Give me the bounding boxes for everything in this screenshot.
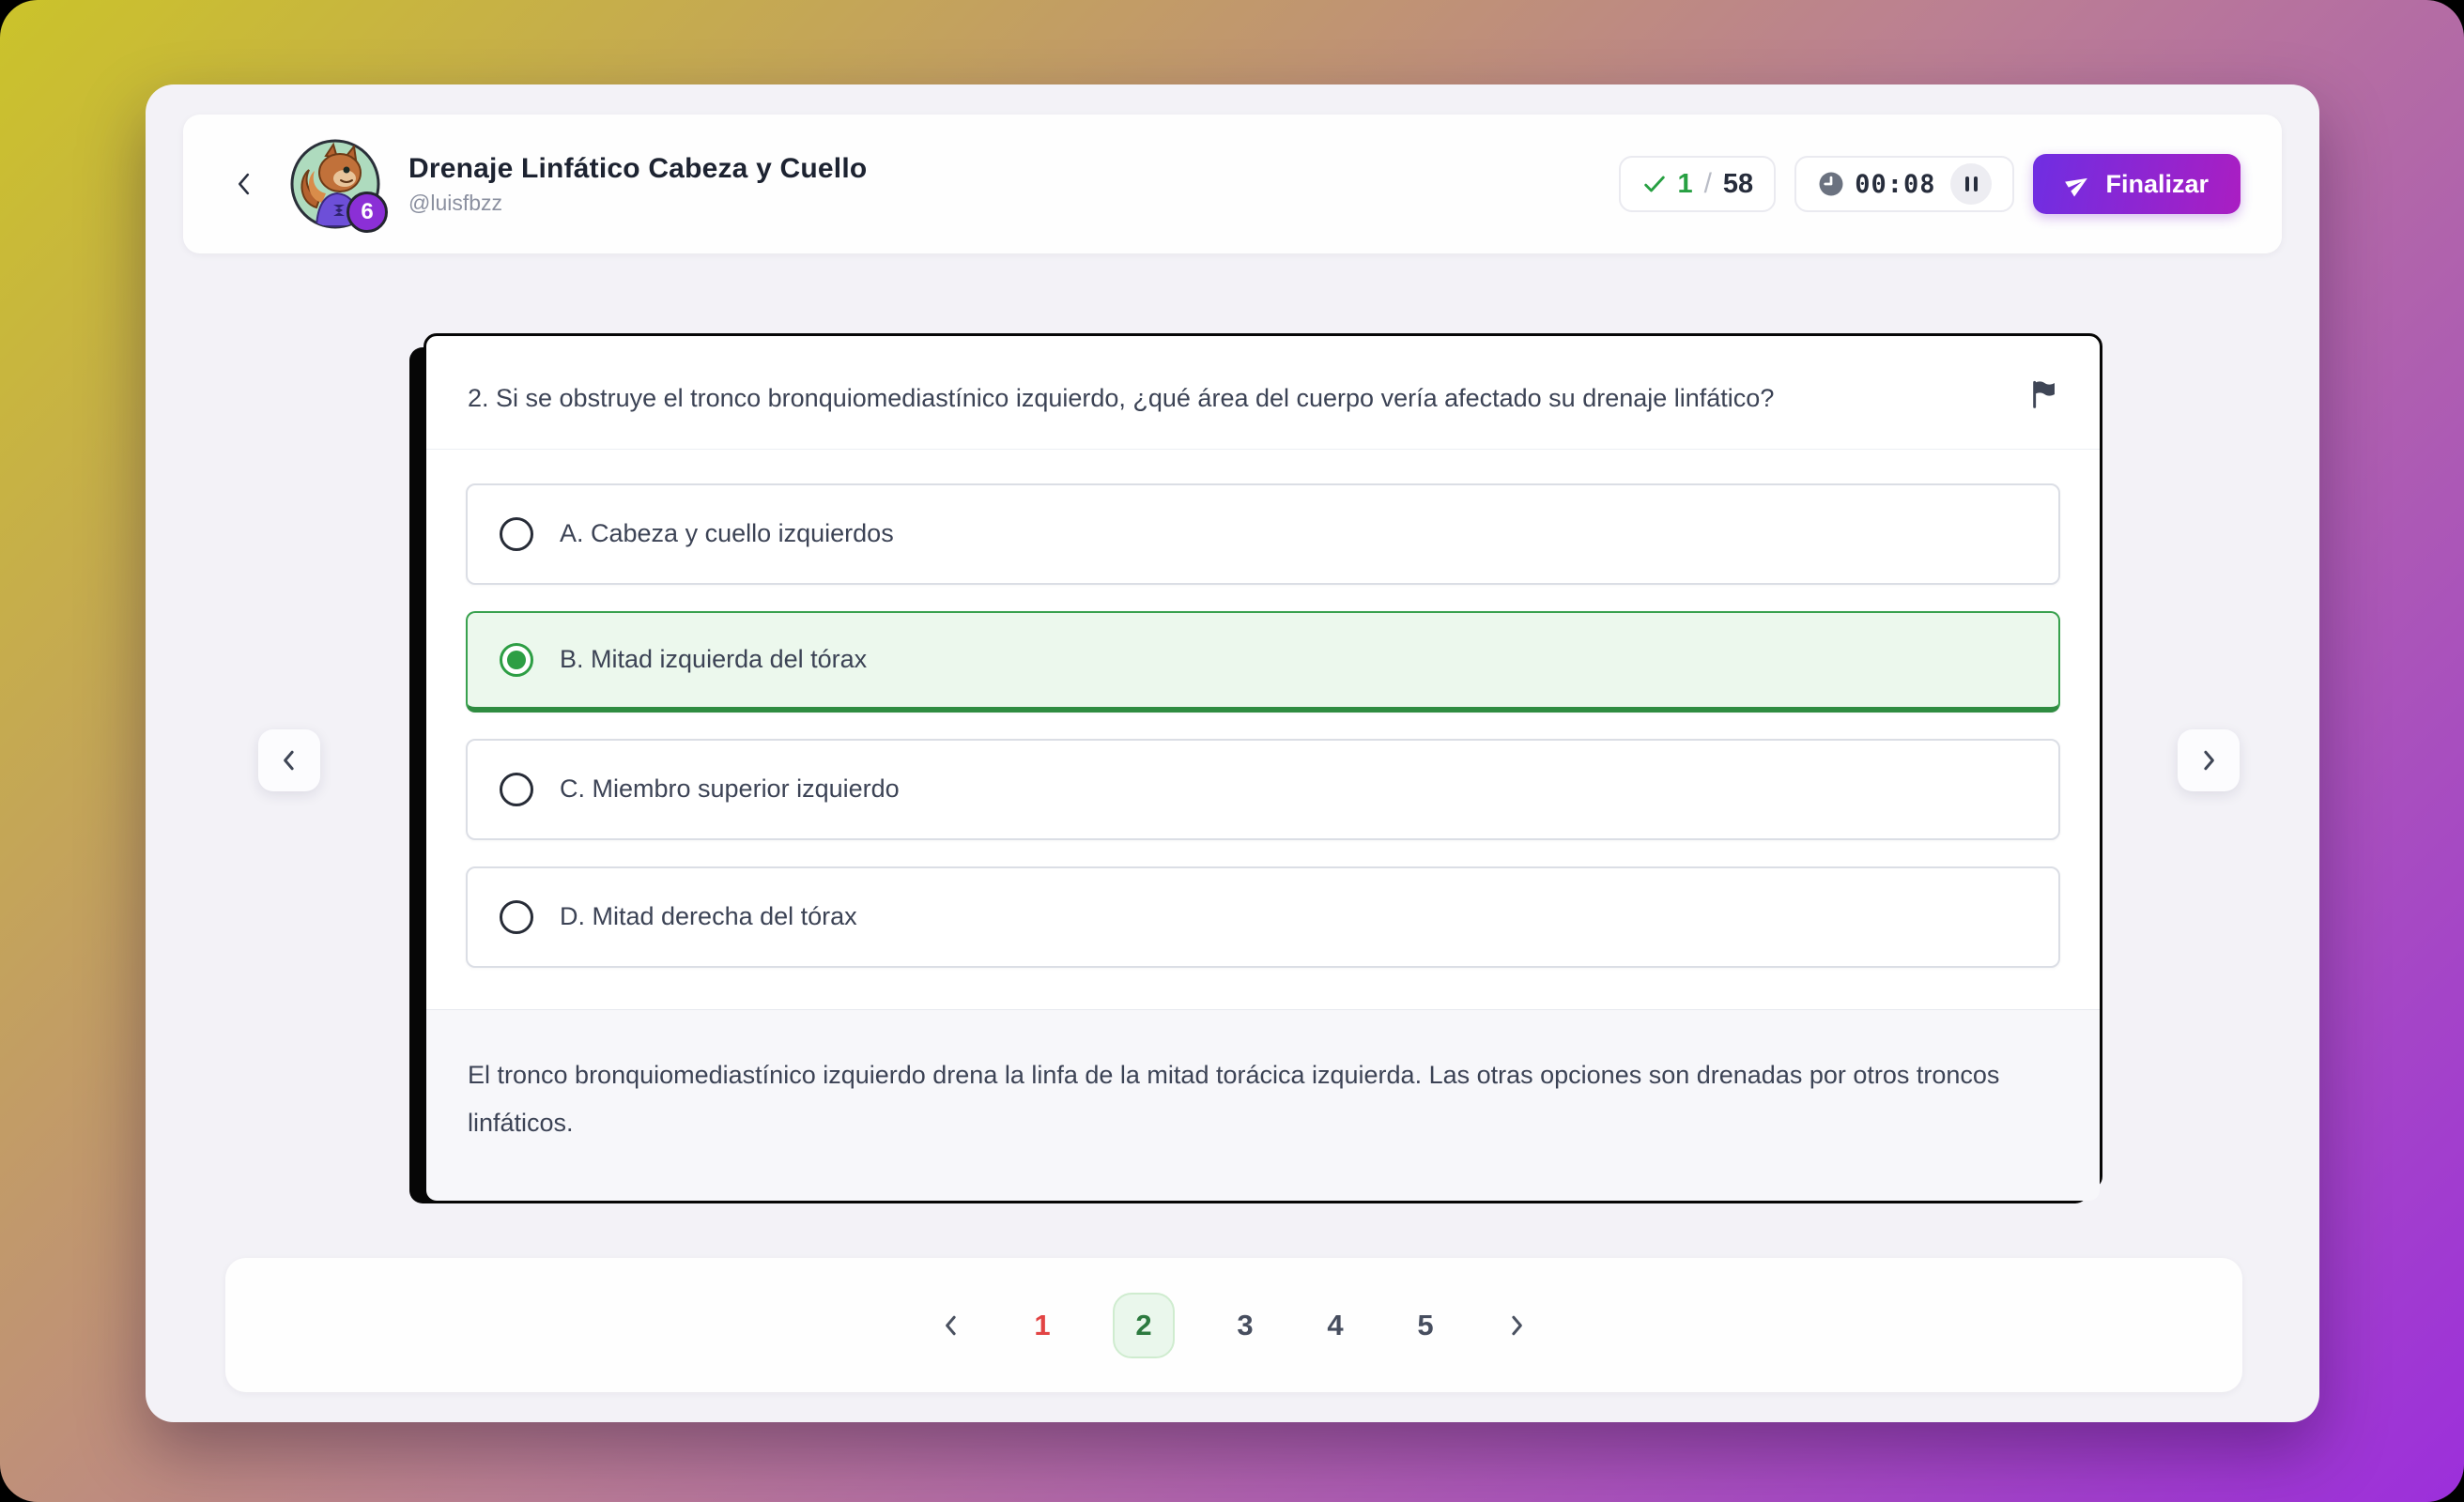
answer-option-a[interactable]: A. Cabeza y cuello izquierdos — [466, 483, 2060, 585]
flag-button[interactable] — [2028, 379, 2058, 414]
header-titles: Drenaje Linfático Cabeza y Cuello @luisf… — [408, 153, 867, 216]
page-button-4[interactable]: 4 — [1316, 1304, 1355, 1347]
score-total: 58 — [1723, 169, 1753, 200]
avatar[interactable]: 6 — [288, 137, 382, 231]
send-icon — [2065, 171, 2091, 197]
pause-button[interactable] — [1950, 163, 1992, 205]
timer-badge: 00:08 — [1794, 156, 2014, 212]
answer-options: A. Cabeza y cuello izquierdos B. Mitad i… — [426, 450, 2100, 1009]
quiz-app-window: 6 Drenaje Linfático Cabeza y Cuello @lui… — [146, 84, 2319, 1422]
option-label: B. Mitad izquierda del tórax — [560, 645, 867, 674]
option-label: C. Miembro superior izquierdo — [560, 774, 900, 804]
pause-icon — [1965, 176, 1969, 192]
check-icon — [1641, 171, 1668, 197]
score-current: 1 — [1677, 169, 1692, 200]
header: 6 Drenaje Linfático Cabeza y Cuello @lui… — [183, 115, 2282, 253]
page-button-3[interactable]: 3 — [1225, 1304, 1265, 1347]
chevron-left-icon — [937, 1311, 965, 1340]
radio-icon — [500, 517, 533, 551]
chevron-left-icon — [275, 746, 303, 774]
chevron-left-icon — [229, 168, 261, 200]
answer-option-b[interactable]: B. Mitad izquierda del tórax — [466, 611, 2060, 713]
author-username: @luisfbzz — [408, 191, 867, 216]
page-button-2[interactable]: 2 — [1113, 1293, 1175, 1358]
score-badge: 1 / 58 — [1619, 156, 1776, 212]
clock-icon — [1817, 170, 1845, 198]
explanation-panel: El tronco bronquiomediastínico izquierdo… — [426, 1009, 2100, 1201]
radio-icon — [500, 900, 533, 934]
pagination-next-button[interactable] — [1496, 1305, 1537, 1346]
page-button-1[interactable]: 1 — [1023, 1304, 1062, 1347]
score-separator: / — [1702, 168, 1714, 200]
prev-question-button[interactable] — [258, 729, 320, 791]
explanation-text: El tronco bronquiomediastínico izquierdo… — [468, 1051, 2058, 1148]
pagination-prev-button[interactable] — [931, 1305, 972, 1346]
back-button[interactable] — [224, 163, 266, 205]
chevron-right-icon — [1502, 1311, 1531, 1340]
level-badge: 6 — [346, 192, 388, 233]
gradient-background: 6 Drenaje Linfático Cabeza y Cuello @lui… — [0, 0, 2464, 1502]
timer-value: 00:08 — [1855, 170, 1935, 199]
pagination-bar: 1 2 3 4 5 — [225, 1258, 2242, 1392]
answer-option-d[interactable]: D. Mitad derecha del tórax — [466, 866, 2060, 968]
option-label: D. Mitad derecha del tórax — [560, 902, 857, 931]
flag-icon — [2028, 379, 2058, 409]
finish-button-label: Finalizar — [2105, 170, 2209, 199]
question-card: 2. Si se obstruye el tronco bronquiomedi… — [424, 333, 2102, 1189]
chevron-right-icon — [2194, 746, 2223, 774]
question-header: 2. Si se obstruye el tronco bronquiomedi… — [426, 336, 2100, 450]
finish-button[interactable]: Finalizar — [2033, 154, 2241, 214]
header-actions: 1 / 58 00:08 — [1619, 154, 2241, 214]
option-label: A. Cabeza y cuello izquierdos — [560, 519, 894, 548]
question-text: 2. Si se obstruye el tronco bronquiomedi… — [468, 376, 1961, 422]
radio-icon — [500, 773, 533, 806]
answer-option-c[interactable]: C. Miembro superior izquierdo — [466, 739, 2060, 840]
screenshot-stage: 6 Drenaje Linfático Cabeza y Cuello @lui… — [0, 0, 2464, 1502]
next-question-button[interactable] — [2178, 729, 2240, 791]
radio-checked-icon — [500, 643, 533, 677]
page-button-5[interactable]: 5 — [1406, 1304, 1445, 1347]
quiz-title: Drenaje Linfático Cabeza y Cuello — [408, 153, 867, 185]
